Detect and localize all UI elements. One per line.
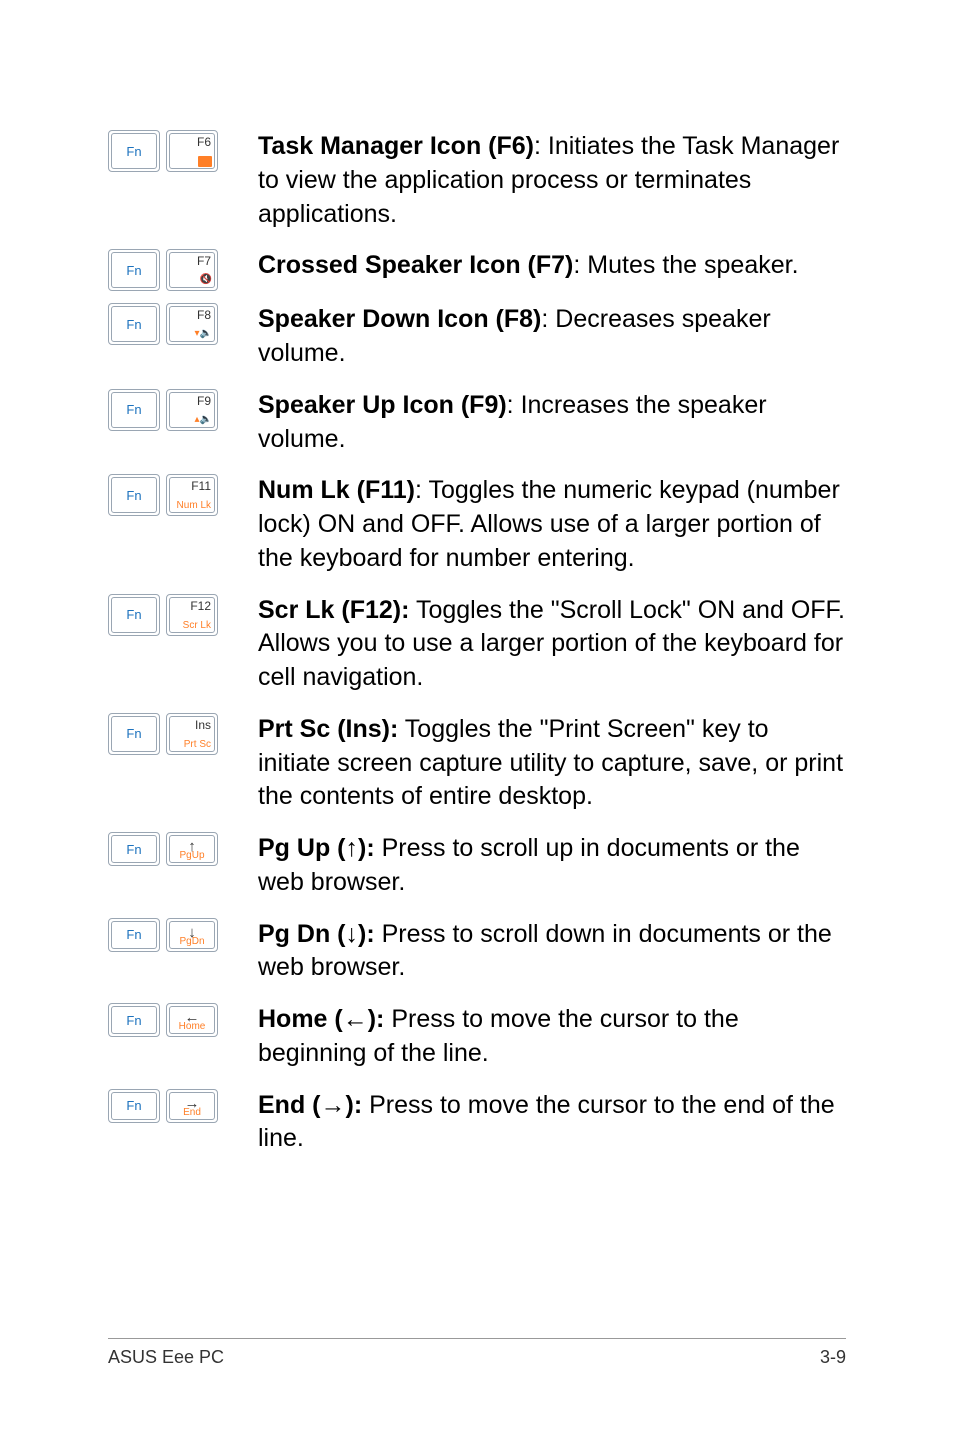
row-ins: Fn InsPrt Sc Prt Sc (Ins): Toggles the "…: [108, 713, 846, 814]
desc-home: Home (←): Press to move the cursor to th…: [258, 1003, 846, 1071]
key-fn: Fn: [108, 1003, 160, 1037]
desc-f8: Speaker Down Icon (F8): Decreases speake…: [258, 303, 846, 371]
key-f9: F9▴🔈: [166, 389, 218, 431]
row-f6: Fn F6 Task Manager Icon (F6): Initiates …: [108, 130, 846, 231]
desc-f9: Speaker Up Icon (F9): Increases the spea…: [258, 389, 846, 457]
row-f11: Fn F11Num Lk Num Lk (F11): Toggles the n…: [108, 474, 846, 575]
end-label: End: [170, 1107, 214, 1118]
row-f12: Fn F12Scr Lk Scr Lk (F12): Toggles the "…: [108, 594, 846, 695]
key-left: ←Home: [166, 1003, 218, 1037]
desc-f12: Scr Lk (F12): Toggles the "Scroll Lock" …: [258, 594, 846, 695]
key-f6: F6: [166, 130, 218, 172]
page-footer: ASUS Eee PC 3-9: [108, 1338, 846, 1368]
desc-f7: Crossed Speaker Icon (F7): Mutes the spe…: [258, 249, 846, 283]
key-f11: F11Num Lk: [166, 474, 218, 516]
pgup-label: PgUp: [170, 850, 214, 861]
desc-pgdn: Pg Dn (↓): Press to scroll down in docum…: [258, 918, 846, 986]
key-fn: Fn: [108, 130, 160, 172]
key-f6-label: F6: [197, 135, 211, 149]
key-f12: F12Scr Lk: [166, 594, 218, 636]
footer-left: ASUS Eee PC: [108, 1347, 224, 1368]
row-f7: Fn F7🔇 Crossed Speaker Icon (F7): Mutes …: [108, 249, 846, 291]
key-fn: Fn: [108, 594, 160, 636]
key-right: →End: [166, 1089, 218, 1123]
volume-down-icon: ▾🔈: [195, 328, 212, 339]
row-f9: Fn F9▴🔈 Speaker Up Icon (F9): Increases …: [108, 389, 846, 457]
key-fn: Fn: [108, 474, 160, 516]
prtsc-label: Prt Sc: [184, 739, 211, 750]
row-f8: Fn F8▾🔈 Speaker Down Icon (F8): Decrease…: [108, 303, 846, 371]
key-fn: Fn: [108, 1089, 160, 1123]
key-ins: InsPrt Sc: [166, 713, 218, 755]
key-fn: Fn: [108, 249, 160, 291]
key-fn: Fn: [108, 389, 160, 431]
row-pgdn: Fn ↓PgDn Pg Dn (↓): Press to scroll down…: [108, 918, 846, 986]
key-down: ↓PgDn: [166, 918, 218, 952]
volume-up-icon: ▴🔈: [195, 414, 212, 425]
row-end: Fn →End End (→): Press to move the curso…: [108, 1089, 846, 1157]
key-fn: Fn: [108, 832, 160, 866]
desc-pgup: Pg Up (↑): Press to scroll up in documen…: [258, 832, 846, 900]
pgdn-label: PgDn: [170, 936, 214, 947]
key-f7: F7🔇: [166, 249, 218, 291]
key-fn: Fn: [108, 303, 160, 345]
key-up: ↑PgUp: [166, 832, 218, 866]
manual-page: Fn F6 Task Manager Icon (F6): Initiates …: [0, 0, 954, 1438]
key-f8: F8▾🔈: [166, 303, 218, 345]
footer-right: 3-9: [820, 1347, 846, 1368]
scrlk-label: Scr Lk: [183, 620, 211, 631]
key-combo-f6: Fn F6: [108, 130, 258, 172]
key-fn-label: Fn: [126, 144, 141, 159]
desc-f6: Task Manager Icon (F6): Initiates the Ta…: [258, 130, 846, 231]
home-label: Home: [170, 1021, 214, 1032]
numlk-label: Num Lk: [177, 500, 211, 511]
desc-ins: Prt Sc (Ins): Toggles the "Print Screen"…: [258, 713, 846, 814]
desc-f11: Num Lk (F11): Toggles the numeric keypad…: [258, 474, 846, 575]
mute-icon: 🔇: [200, 274, 212, 285]
desc-end: End (→): Press to move the cursor to the…: [258, 1089, 846, 1157]
key-fn: Fn: [108, 918, 160, 952]
row-home: Fn ←Home Home (←): Press to move the cur…: [108, 1003, 846, 1071]
task-manager-icon: [198, 156, 212, 167]
row-pgup: Fn ↑PgUp Pg Up (↑): Press to scroll up i…: [108, 832, 846, 900]
key-fn: Fn: [108, 713, 160, 755]
